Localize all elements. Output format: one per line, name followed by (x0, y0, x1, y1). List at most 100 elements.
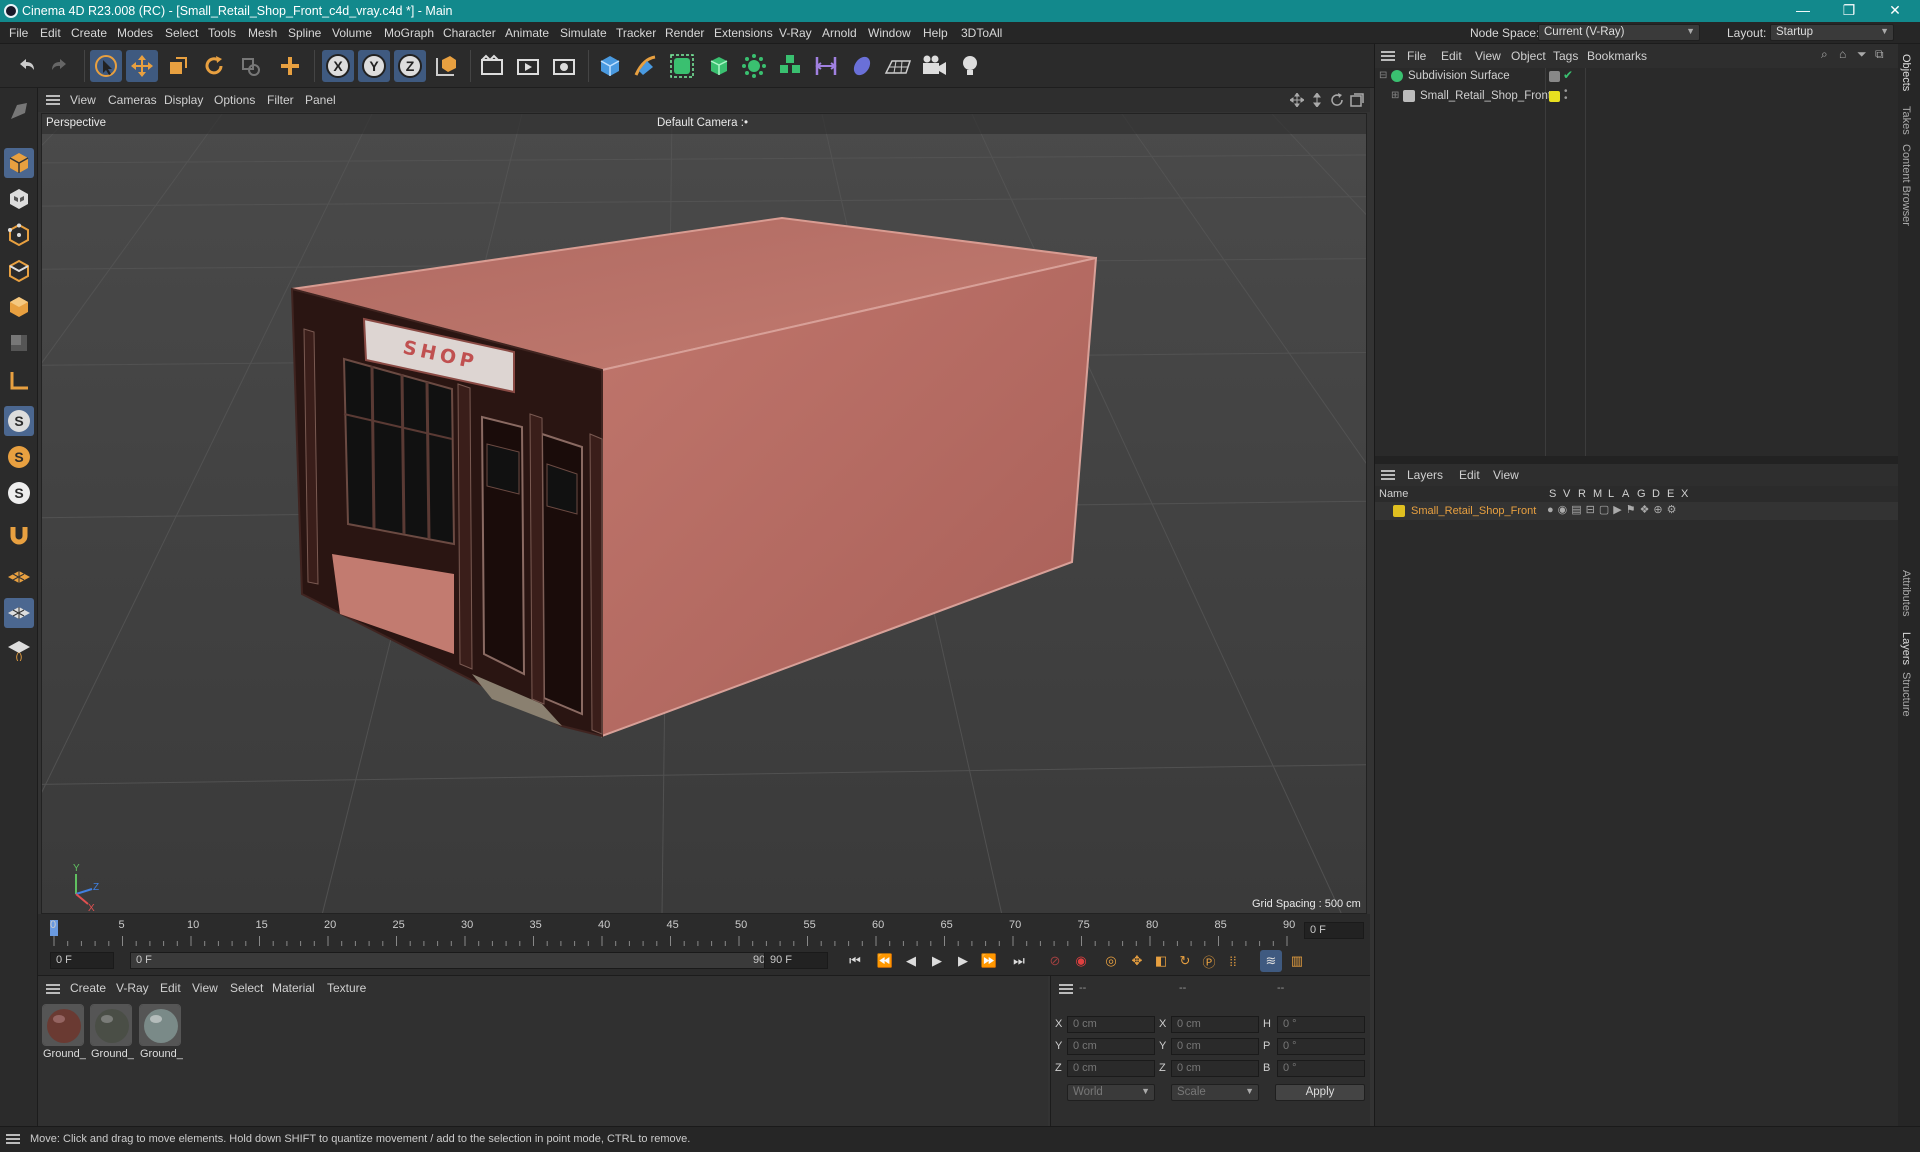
layout-dropdown[interactable]: Startup ▼ (1770, 24, 1894, 41)
polygon-mode-button[interactable] (4, 292, 34, 322)
menu-character[interactable]: Character (443, 26, 496, 40)
hamburger-icon[interactable] (6, 1134, 20, 1144)
expand-icon[interactable]: ⊞ (1391, 90, 1399, 101)
material-menu-texture[interactable]: Texture (327, 981, 366, 995)
snap-button[interactable]: S (4, 406, 34, 436)
menu-create[interactable]: Create (71, 26, 107, 40)
home-icon[interactable]: ⌂ (1839, 47, 1846, 61)
go-to-end-button[interactable]: ⏭ (1008, 950, 1030, 972)
restore-button[interactable]: ❐ (1834, 2, 1864, 19)
material-swatch[interactable] (42, 1004, 84, 1046)
rotation-p-field[interactable]: 0 ° (1277, 1038, 1365, 1055)
camera-button[interactable] (918, 50, 950, 82)
keyframe-selection-button[interactable]: ◎ (1100, 950, 1122, 972)
expand-icon[interactable]: ⊟ (1379, 70, 1387, 81)
size-y-field[interactable]: 0 cm (1171, 1038, 1259, 1055)
viewport-camera-label[interactable]: Default Camera :• (657, 117, 748, 129)
axis-mode-button[interactable] (4, 366, 34, 396)
menu-arnold[interactable]: Arnold (822, 26, 857, 40)
end-frame-field[interactable]: 90 F (764, 952, 828, 969)
subdivision-button[interactable] (666, 50, 698, 82)
field-button[interactable] (846, 50, 878, 82)
layer-row[interactable]: Small_Retail_Shop_Front ●◉▤⊟▢▶⚑❖⊕⚙ (1375, 502, 1899, 520)
record-button[interactable]: ⊘ (1044, 950, 1066, 972)
autokey-button[interactable]: ◉ (1070, 950, 1092, 972)
viewport-menu-panel[interactable]: Panel (305, 93, 336, 107)
prev-frame-button[interactable]: ◀ (900, 950, 922, 972)
menu-modes[interactable]: Modes (117, 26, 153, 40)
3d-viewport[interactable]: SHOP Y Z X Perspective Default Camera :•… (41, 113, 1367, 914)
scale-tool-button[interactable] (162, 50, 194, 82)
workplane-button[interactable] (4, 562, 34, 592)
position-y-field[interactable]: 0 cm (1067, 1038, 1155, 1055)
menu-help[interactable]: Help (923, 26, 948, 40)
play-button[interactable]: ▶ (926, 950, 948, 972)
key-rotation-button[interactable]: ↻ (1174, 950, 1196, 972)
hamburger-icon[interactable] (1059, 984, 1073, 994)
layers-menu-layers[interactable]: Layers (1407, 468, 1443, 482)
menu-tools[interactable]: Tools (208, 26, 236, 40)
start-frame-field[interactable]: 0 F (50, 952, 114, 969)
rotate-view-icon[interactable] (1330, 93, 1344, 107)
light-button[interactable] (954, 50, 986, 82)
search-icon[interactable]: ⌕ (1821, 47, 1828, 62)
key-parameter-button[interactable]: Ⓟ (1198, 950, 1220, 972)
select-tool-button[interactable] (90, 50, 122, 82)
close-button[interactable]: ✕ (1880, 2, 1910, 19)
object-row[interactable]: ⊞ Small_Retail_Shop_Front • • (1375, 87, 1899, 106)
material-menu-vray[interactable]: V-Ray (116, 981, 149, 995)
material-swatch[interactable] (139, 1004, 181, 1046)
edge-mode-button[interactable] (4, 256, 34, 286)
point-mode-button[interactable] (4, 220, 34, 250)
menu-tracker[interactable]: Tracker (616, 26, 656, 40)
zoom-view-icon[interactable] (1310, 93, 1324, 107)
menu-select[interactable]: Select (165, 26, 198, 40)
position-z-field[interactable]: 0 cm (1067, 1060, 1155, 1077)
render-view-button[interactable] (512, 50, 544, 82)
enabled-check-icon[interactable]: ✔ (1563, 68, 1573, 82)
mograph-button[interactable] (774, 50, 806, 82)
grid-snap-button[interactable] (4, 598, 34, 628)
magnet-button[interactable] (4, 520, 34, 550)
make-editable-button[interactable] (4, 96, 34, 126)
tab-structure[interactable]: Structure (1900, 672, 1912, 717)
new-window-icon[interactable]: ⧉ (1875, 47, 1884, 62)
hamburger-icon[interactable] (46, 95, 60, 105)
coord-system-dropdown[interactable]: World ▼ (1067, 1084, 1155, 1101)
next-frame-button[interactable]: ▶ (952, 950, 974, 972)
rotate-tool-button[interactable] (198, 50, 230, 82)
position-x-field[interactable]: 0 cm (1067, 1016, 1155, 1033)
objects-menu-edit[interactable]: Edit (1441, 49, 1462, 63)
material-swatch[interactable] (90, 1004, 132, 1046)
model-mode-button[interactable] (4, 148, 34, 178)
pan-view-icon[interactable] (1290, 93, 1304, 107)
tab-content-browser[interactable]: Content Browser (1900, 144, 1912, 226)
size-z-field[interactable]: 0 cm (1171, 1060, 1259, 1077)
snap-settings-button[interactable]: S (4, 442, 34, 472)
redo-button[interactable] (44, 50, 76, 82)
tab-takes[interactable]: Takes (1900, 106, 1912, 135)
menu-mesh[interactable]: Mesh (248, 26, 277, 40)
viewport-menu-display[interactable]: Display (164, 93, 203, 107)
menu-volume[interactable]: Volume (332, 26, 372, 40)
key-pla-button[interactable]: ⁞⁞ (1222, 950, 1244, 972)
axis-z-button[interactable]: Z (394, 50, 426, 82)
menu-file[interactable]: File (9, 26, 28, 40)
floor-button[interactable] (882, 50, 914, 82)
rotation-h-field[interactable]: 0 ° (1277, 1016, 1365, 1033)
current-frame-field[interactable]: 0 F (1304, 922, 1364, 939)
menu-extensions[interactable]: Extensions (714, 26, 773, 40)
menu-animate[interactable]: Animate (505, 26, 549, 40)
key-position-button[interactable]: ✥ (1126, 950, 1148, 972)
objects-menu-object[interactable]: Object (1511, 49, 1546, 63)
menu-window[interactable]: Window (868, 26, 911, 40)
viewport-menu-options[interactable]: Options (214, 93, 255, 107)
size-x-field[interactable]: 0 cm (1171, 1016, 1259, 1033)
tab-layers[interactable]: Layers (1900, 632, 1912, 665)
tab-attributes[interactable]: Attributes (1900, 570, 1912, 616)
visibility-dots-icon[interactable]: • • (1564, 87, 1568, 104)
layers-menu-edit[interactable]: Edit (1459, 468, 1480, 482)
minimize-button[interactable]: — (1788, 2, 1818, 18)
axis-x-button[interactable]: X (322, 50, 354, 82)
menu-vray[interactable]: V-Ray (779, 26, 812, 40)
